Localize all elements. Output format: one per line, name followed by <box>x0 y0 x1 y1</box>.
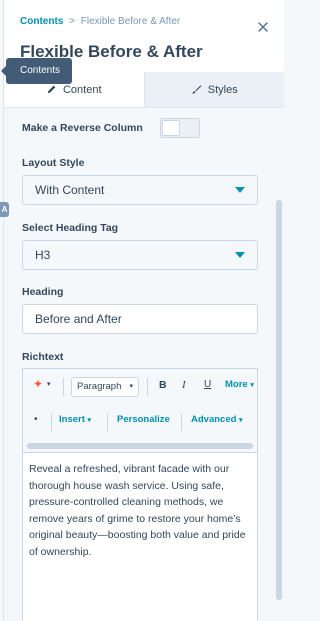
chevron-down-icon <box>235 187 245 193</box>
personalize-button[interactable]: Personalize <box>117 414 170 425</box>
contents-tooltip: Contents <box>0 58 73 84</box>
layout-style-label: Layout Style <box>22 157 85 169</box>
chevron-down-icon <box>235 252 245 258</box>
chevron-down-icon: ▾ <box>250 382 254 389</box>
panel-scrollbar-thumb[interactable] <box>276 200 282 600</box>
toolbar-divider <box>51 413 52 431</box>
breadcrumb: Contents > Flexible Before & After <box>20 16 180 27</box>
tab-styles-label: Styles <box>207 83 238 96</box>
bold-button[interactable]: B <box>159 379 167 391</box>
toolbar-divider <box>147 378 148 396</box>
breadcrumb-separator: > <box>69 16 75 27</box>
advanced-menu-label: Advanced <box>191 414 237 425</box>
paragraph-format-value: Paragraph <box>77 381 122 392</box>
chevron-down-icon[interactable]: ▾ <box>47 380 51 388</box>
toolbar-divider <box>63 378 64 396</box>
toolbar-divider <box>107 413 108 431</box>
more-menu-label: More <box>225 379 248 390</box>
layout-style-value: With Content <box>35 183 105 197</box>
advanced-menu-button[interactable]: Advanced ▾ <box>191 414 243 425</box>
richtext-body[interactable]: Reveal a refreshed, vibrant facade with … <box>29 461 255 560</box>
breadcrumb-root-link[interactable]: Contents <box>20 16 63 27</box>
heading-input[interactable]: Before and After <box>22 304 258 334</box>
more-menu-button[interactable]: More ▾ <box>225 379 254 390</box>
heading-label: Heading <box>22 286 64 298</box>
richtext-toolbar: ✦ ▾ Paragraph ▾ B I U More ▾ • Insert ▾ … <box>23 369 257 453</box>
chevron-down-icon: ▾ <box>129 383 133 390</box>
richtext-label: Richtext <box>22 351 64 363</box>
heading-tag-value: H3 <box>35 248 51 262</box>
tab-styles[interactable]: Styles <box>144 72 284 107</box>
toolbar-row-1: ✦ ▾ Paragraph ▾ B I U More ▾ <box>23 372 257 402</box>
italic-button[interactable]: I <box>182 379 186 391</box>
layout-style-select[interactable]: With Content <box>22 175 258 205</box>
brush-icon <box>192 85 202 95</box>
tab-content-label: Content <box>62 83 102 96</box>
module-editor-panel: Contents > Flexible Before & After Flexi… <box>3 0 284 621</box>
toolbar-row-2: • Insert ▾ Personalize Advanced ▾ <box>23 407 257 437</box>
heading-tag-select[interactable]: H3 <box>22 240 258 270</box>
underline-button[interactable]: U <box>204 379 211 390</box>
chevron-down-icon: ▾ <box>239 417 243 424</box>
pencil-icon <box>47 85 56 94</box>
breadcrumb-current: Flexible Before & After <box>80 16 181 27</box>
reverse-column-label: Make a Reverse Column <box>22 122 143 134</box>
paragraph-format-select[interactable]: Paragraph ▾ <box>71 377 139 397</box>
edge-badge[interactable]: A <box>0 202 9 217</box>
insert-menu-button[interactable]: Insert ▾ <box>59 414 91 425</box>
insert-menu-label: Insert <box>59 414 85 425</box>
heading-tag-label: Select Heading Tag <box>22 222 119 234</box>
toggle-knob <box>162 120 180 136</box>
sprocket-icon[interactable]: ✦ <box>33 377 43 391</box>
reverse-column-toggle[interactable] <box>160 118 200 138</box>
toolbar-divider <box>181 413 182 431</box>
close-icon[interactable] <box>256 20 270 34</box>
chevron-down-icon: ▾ <box>87 417 92 424</box>
link-chain-icon[interactable]: • <box>34 414 38 425</box>
heading-input-value: Before and After <box>35 312 122 326</box>
toolbar-horizontal-scrollbar[interactable] <box>27 443 253 449</box>
richtext-editor[interactable]: ✦ ▾ Paragraph ▾ B I U More ▾ • Insert ▾ … <box>22 368 258 621</box>
